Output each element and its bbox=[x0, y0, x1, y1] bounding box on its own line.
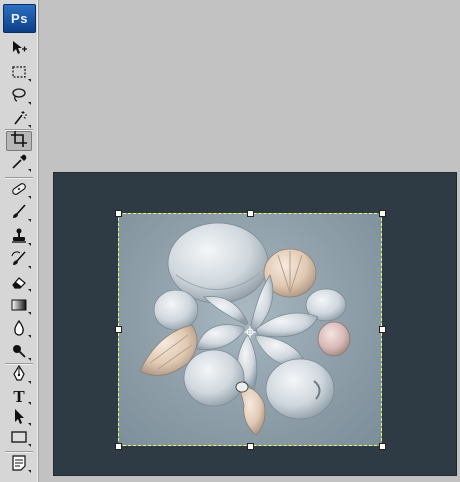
photoshop-logo[interactable]: Ps bbox=[3, 4, 36, 33]
brush-icon bbox=[10, 203, 28, 226]
tool-flyout-indicator bbox=[28, 102, 31, 105]
crop-icon bbox=[10, 130, 28, 153]
marquee-icon bbox=[10, 63, 28, 86]
tool-flyout-indicator bbox=[28, 335, 31, 338]
lasso-icon bbox=[10, 86, 28, 109]
arrow-icon bbox=[10, 407, 28, 430]
tool-flyout-indicator bbox=[28, 243, 31, 246]
pen-tool[interactable] bbox=[6, 364, 32, 388]
dodge-icon bbox=[10, 342, 28, 365]
tool-flyout-indicator bbox=[28, 266, 31, 269]
pen-icon bbox=[10, 364, 28, 388]
clone-stamp-tool[interactable] bbox=[6, 228, 32, 248]
drop-icon bbox=[10, 319, 28, 342]
lasso-tool[interactable] bbox=[6, 87, 32, 107]
tool-flyout-indicator bbox=[28, 423, 31, 426]
tools-panel: Ps T bbox=[0, 0, 39, 482]
eraser-icon bbox=[10, 273, 28, 296]
toolbar-separator bbox=[5, 177, 33, 178]
crop-handle-right[interactable] bbox=[379, 326, 386, 333]
tool-flyout-indicator bbox=[28, 358, 31, 361]
tool-flyout-indicator bbox=[28, 125, 31, 128]
crop-center-point-icon[interactable] bbox=[244, 325, 256, 338]
note-icon bbox=[10, 454, 28, 477]
stamp-icon bbox=[10, 227, 28, 250]
crop-handle-left[interactable] bbox=[115, 326, 122, 333]
move-icon bbox=[10, 39, 28, 62]
history-brush-tool[interactable] bbox=[6, 250, 32, 273]
eraser-tool[interactable] bbox=[6, 274, 32, 294]
eyedropper-tool[interactable] bbox=[6, 154, 32, 174]
move-tool[interactable] bbox=[6, 40, 32, 60]
bandage-icon bbox=[10, 180, 28, 203]
tool-flyout-indicator bbox=[28, 470, 31, 473]
crop-handle-top-left[interactable] bbox=[115, 210, 122, 217]
history-brush-icon bbox=[10, 250, 28, 273]
magic-wand-tool[interactable] bbox=[6, 110, 32, 130]
notes-tool[interactable] bbox=[6, 454, 32, 477]
healing-brush-tool[interactable] bbox=[6, 181, 32, 201]
crop-handle-top[interactable] bbox=[247, 210, 254, 217]
shape-tool[interactable] bbox=[6, 429, 32, 449]
tool-flyout-indicator bbox=[28, 312, 31, 315]
crop-tool[interactable] bbox=[6, 130, 32, 153]
tool-flyout-indicator bbox=[28, 196, 31, 199]
tool-flyout-indicator bbox=[28, 402, 31, 405]
tool-flyout-indicator bbox=[28, 381, 31, 384]
path-selection-tool[interactable] bbox=[6, 408, 32, 428]
crop-handle-bottom-right[interactable] bbox=[379, 443, 386, 450]
crop-handle-bottom[interactable] bbox=[247, 443, 254, 450]
blur-tool[interactable] bbox=[6, 319, 32, 342]
rectangle-icon bbox=[10, 428, 28, 451]
tool-flyout-indicator bbox=[28, 444, 31, 447]
brush-tool[interactable] bbox=[6, 203, 32, 226]
type-tool[interactable]: T bbox=[6, 387, 32, 407]
tool-flyout-indicator bbox=[28, 79, 31, 82]
tool-flyout-indicator bbox=[28, 169, 31, 172]
gradient-icon bbox=[10, 296, 28, 319]
crop-handle-bottom-left[interactable] bbox=[115, 443, 122, 450]
tool-flyout-indicator bbox=[28, 289, 31, 292]
eyedropper-icon bbox=[10, 153, 28, 176]
rectangular-marquee-tool[interactable] bbox=[6, 64, 32, 84]
gradient-tool[interactable] bbox=[6, 297, 32, 317]
toolbar-separator bbox=[5, 451, 33, 452]
type-icon: T bbox=[13, 387, 25, 406]
crop-handle-top-right[interactable] bbox=[379, 210, 386, 217]
dodge-tool[interactable] bbox=[6, 343, 32, 363]
tool-flyout-indicator bbox=[28, 219, 31, 222]
